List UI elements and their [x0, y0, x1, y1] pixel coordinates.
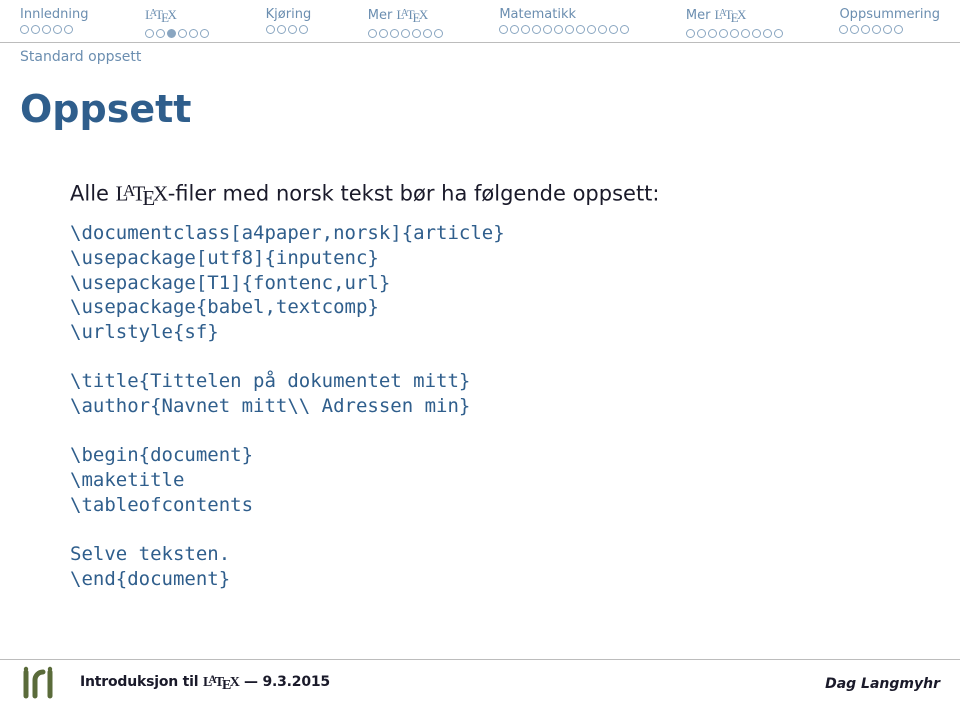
nav-slide-dot[interactable] [741, 29, 750, 38]
footer: Introduksjon til LATEX — 9.3.2015 Dag La… [0, 659, 960, 719]
footer-author: Dag Langmyhr [825, 676, 940, 692]
nav-slide-dot[interactable] [861, 25, 870, 34]
nav-slide-dot[interactable] [379, 29, 388, 38]
nav-slide-dot[interactable] [145, 29, 154, 38]
footer-title: Introduksjon til LATEX — 9.3.2015 [80, 674, 330, 694]
nav-section-link[interactable]: Mer LATEX [368, 7, 428, 26]
nav-slide-dot[interactable] [189, 29, 198, 38]
nav-progress-dots [20, 25, 73, 34]
nav-slide-dot[interactable] [42, 25, 51, 34]
nav-slide-dot[interactable] [598, 25, 607, 34]
slide-title: Oppsett [0, 65, 960, 141]
nav-slide-dot[interactable] [266, 25, 275, 34]
nav-progress-dots [368, 29, 443, 38]
latex-code-block: \documentclass[a4paper,norsk]{article} \… [70, 221, 890, 591]
nav-slide-dot[interactable] [708, 29, 717, 38]
intro-suffix: -filer med norsk tekst bør ha følgende o… [168, 182, 660, 206]
nav-section: Kjøring [266, 7, 312, 38]
nav-slide-dot[interactable] [883, 25, 892, 34]
nav-progress-dots [266, 25, 308, 34]
footer-title-prefix: Introduksjon til [80, 674, 203, 690]
footer-rule [0, 659, 960, 660]
nav-section-link[interactable]: Matematikk [499, 7, 576, 22]
nav-progress-dots [499, 25, 629, 34]
latex-logo: LATEX [715, 7, 746, 26]
nav-slide-dot[interactable] [532, 25, 541, 34]
nav-slide-dot[interactable] [53, 25, 62, 34]
ifi-logo [20, 666, 64, 702]
nav-section: Innledning [20, 7, 89, 38]
nav-section: Mer LATEX [368, 7, 443, 38]
latex-logo-footer: LATEX [203, 674, 239, 694]
nav-section-link[interactable]: Kjøring [266, 7, 312, 22]
nav-slide-dot[interactable] [565, 25, 574, 34]
intro-prefix: Alle [70, 182, 116, 206]
nav-slide-dot[interactable] [178, 29, 187, 38]
nav-section-link[interactable]: LATEX [145, 7, 176, 26]
nav-slide-dot[interactable] [543, 25, 552, 34]
nav-section: LATEX [145, 7, 209, 38]
nav-slide-dot[interactable] [763, 29, 772, 38]
slide-body: Alle LATEX-filer med norsk tekst bør ha … [0, 141, 960, 592]
nav-slide-dot[interactable] [368, 29, 377, 38]
nav-slide-dot[interactable] [697, 29, 706, 38]
nav-slide-dot[interactable] [730, 29, 739, 38]
footer-date: — 9.3.2015 [244, 674, 330, 690]
nav-slide-dot[interactable] [620, 25, 629, 34]
nav-slide-dot[interactable] [277, 25, 286, 34]
latex-logo: LATEX [116, 181, 168, 211]
nav-slide-dot[interactable] [390, 29, 399, 38]
subsection-label: Standard oppsett [0, 43, 960, 65]
nav-progress-dots [145, 29, 209, 38]
nav-slide-dot[interactable] [576, 25, 585, 34]
nav-slide-dot[interactable] [686, 29, 695, 38]
nav-slide-dot[interactable] [299, 25, 308, 34]
nav-slide-dot[interactable] [64, 25, 73, 34]
nav-slide-dot[interactable] [850, 25, 859, 34]
nav-progress-dots [686, 29, 783, 38]
nav-section: Oppsummering [839, 7, 940, 38]
nav-slide-dot[interactable] [872, 25, 881, 34]
nav-slide-dot[interactable] [521, 25, 530, 34]
latex-logo: LATEX [396, 7, 427, 26]
nav-section-link[interactable]: Innledning [20, 7, 89, 22]
nav-slide-dot[interactable] [31, 25, 40, 34]
latex-logo: LATEX [145, 7, 176, 26]
nav-slide-dot[interactable] [412, 29, 421, 38]
nav-slide-dot[interactable] [510, 25, 519, 34]
nav-slide-dot[interactable] [499, 25, 508, 34]
nav-slide-dot[interactable] [156, 29, 165, 38]
nav-slide-dot[interactable] [839, 25, 848, 34]
intro-text: Alle LATEX-filer med norsk tekst bør ha … [70, 181, 890, 211]
nav-slide-dot[interactable] [200, 29, 209, 38]
nav-slide-dot[interactable] [587, 25, 596, 34]
nav-slide-dot[interactable] [752, 29, 761, 38]
nav-section: Matematikk [499, 7, 629, 38]
nav-slide-dot[interactable] [167, 29, 176, 38]
nav-slide-dot[interactable] [609, 25, 618, 34]
nav-slide-dot[interactable] [401, 29, 410, 38]
nav-slide-dot[interactable] [288, 25, 297, 34]
nav-slide-dot[interactable] [894, 25, 903, 34]
nav-slide-dot[interactable] [423, 29, 432, 38]
section-navbar: Innledning LATEX Kjøring Mer LATEX Matematik… [0, 0, 960, 40]
nav-slide-dot[interactable] [434, 29, 443, 38]
nav-section: Mer LATEX [686, 7, 783, 38]
nav-slide-dot[interactable] [554, 25, 563, 34]
nav-slide-dot[interactable] [20, 25, 29, 34]
nav-slide-dot[interactable] [719, 29, 728, 38]
nav-section-link[interactable]: Mer LATEX [686, 7, 746, 26]
nav-section-link[interactable]: Oppsummering [839, 7, 940, 22]
nav-slide-dot[interactable] [774, 29, 783, 38]
nav-progress-dots [839, 25, 903, 34]
